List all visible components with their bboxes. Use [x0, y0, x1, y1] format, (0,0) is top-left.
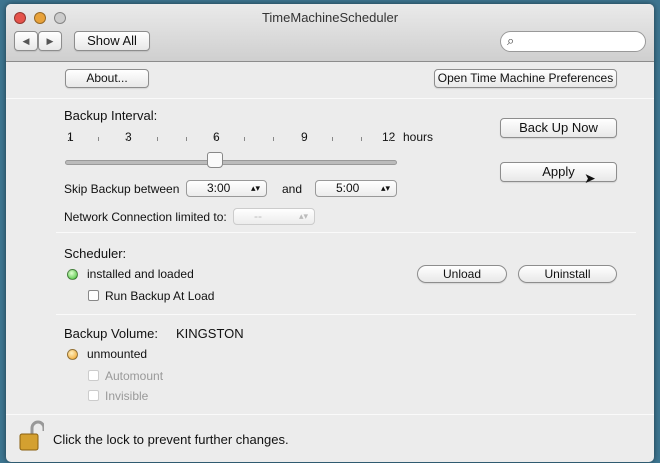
cursor-icon: ➤ [584, 170, 596, 186]
run-at-load-checkbox[interactable] [88, 290, 99, 301]
slider-tick [244, 137, 246, 141]
network-select: -- ▴▾ [233, 208, 315, 225]
toolbar: TimeMachineScheduler ◀ ▶ Show All ⌕ [6, 4, 654, 62]
skip-backup-label: Skip Backup between [64, 182, 180, 196]
window-title: TimeMachineScheduler [261, 10, 399, 25]
scheduler-label: Scheduler: [64, 246, 127, 261]
and-label: and [282, 182, 303, 196]
slider-thumb[interactable] [206, 152, 223, 168]
preferences-window: TimeMachineScheduler ◀ ▶ Show All ⌕ Abou… [6, 4, 654, 462]
backup-volume-label: Backup Volume: [64, 326, 158, 341]
search-icon: ⌕ [507, 33, 515, 48]
slider-tick [302, 137, 304, 141]
hours-label: hours [403, 130, 434, 144]
interval-slider[interactable] [65, 160, 397, 165]
apply-button[interactable]: Apply [500, 162, 617, 182]
uninstall-button[interactable]: Uninstall [518, 265, 617, 283]
slider-tick [127, 137, 129, 141]
backup-interval-label: Backup Interval: [64, 108, 158, 123]
about-button[interactable]: About... [65, 69, 149, 88]
tick-label: 1 [67, 130, 74, 144]
run-at-load-label: Run Backup At Load [105, 289, 215, 303]
volume-status: unmounted [87, 347, 148, 361]
invisible-label: Invisible [105, 389, 149, 403]
show-all-button[interactable]: Show All [74, 31, 150, 51]
unload-button[interactable]: Unload [417, 265, 507, 283]
lock-icon[interactable] [18, 420, 46, 452]
skip-to-select[interactable]: 5:00 ▴▾ [315, 180, 397, 197]
slider-tick [360, 137, 362, 141]
slider-tick [156, 137, 158, 141]
automount-checkbox [88, 370, 99, 381]
status-led-green [67, 269, 78, 280]
lock-text: Click the lock to prevent further change… [53, 432, 289, 447]
network-label: Network Connection limited to: [64, 210, 227, 224]
back-up-now-button[interactable]: Back Up Now [500, 118, 617, 138]
slider-tick [214, 137, 216, 141]
skip-from-select[interactable]: 3:00 ▴▾ [186, 180, 267, 197]
automount-label: Automount [105, 369, 164, 383]
backup-volume-name: KINGSTON [176, 326, 244, 341]
search-input[interactable]: ⌕ [500, 31, 646, 52]
slider-tick [185, 137, 187, 141]
slider-tick [273, 137, 275, 141]
back-button[interactable]: ◀ [14, 31, 38, 51]
slider-tick [98, 137, 100, 141]
forward-button[interactable]: ▶ [38, 31, 62, 51]
invisible-checkbox [88, 390, 99, 401]
status-led-orange [67, 349, 78, 360]
scheduler-status: installed and loaded [87, 267, 194, 281]
tick-label: 12 [382, 130, 396, 144]
slider-tick [331, 137, 333, 141]
open-time-machine-preferences-button[interactable]: Open Time Machine Preferences [434, 69, 617, 88]
slider-tick [69, 137, 70, 141]
slider-tick [390, 137, 391, 141]
